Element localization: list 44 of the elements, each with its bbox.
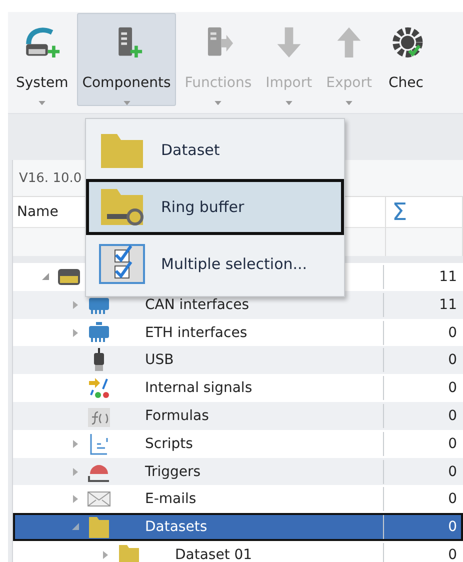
tree-row[interactable]: Triggers 0	[13, 458, 463, 486]
tree-item-label: Internal signals	[145, 380, 252, 396]
tree-row[interactable]: Internal signals 0	[13, 374, 463, 402]
count-cell-text: 0	[447, 519, 458, 536]
tree-item-label: Triggers	[145, 464, 201, 480]
eth-chip-icon	[87, 322, 111, 344]
envelope-icon	[87, 489, 111, 510]
tree-item-label: USB	[145, 352, 174, 368]
toolbar-button[interactable]: System	[11, 13, 74, 106]
tree-row[interactable]: Scripts 0	[13, 430, 463, 458]
menu-item[interactable]: Ring buffer	[86, 179, 344, 235]
count-cell-text: 0	[447, 380, 458, 396]
count-cell-text: 0	[447, 352, 458, 368]
folder-icon	[87, 515, 111, 540]
count-cell-text: 0	[447, 491, 458, 508]
toolbar-button[interactable]: Components	[77, 13, 176, 106]
tree-item-label: ETH interfaces	[145, 324, 248, 341]
menu-item[interactable]: Dataset	[86, 122, 344, 178]
tree-row[interactable]: Datasets 0	[13, 513, 463, 541]
count-cell-text: 0	[447, 408, 458, 424]
count-cell-text: 11	[438, 269, 458, 285]
tree-item-label: Scripts	[145, 436, 193, 452]
tree-row[interactable]: Dataset 01 0	[13, 540, 463, 562]
count-cell-text: 0	[447, 546, 458, 562]
count-cell-text: 0	[447, 436, 458, 452]
tree-item-label: Datasets	[145, 519, 208, 536]
count-cell-text: 0	[447, 324, 458, 341]
tree-row[interactable]: ETH interfaces 0	[13, 318, 463, 346]
tree-item-label: CAN interfaces	[145, 296, 250, 313]
menu-item[interactable]: Multiple selection...	[86, 236, 344, 292]
tree-item-label: Dataset 01	[175, 546, 252, 562]
toolbar-button[interactable]: Chec	[380, 13, 431, 106]
tree-row[interactable]: Formulas 0	[13, 402, 463, 430]
count-cell-text: 11	[438, 296, 458, 313]
tree-item-label: Formulas	[145, 408, 209, 424]
count-cell-text: 0	[447, 464, 458, 480]
tree-item-label: E-mails	[145, 491, 196, 508]
checklist-icon	[99, 244, 145, 284]
signals-icon	[87, 377, 111, 400]
version-label: V16. 10.0	[19, 170, 82, 186]
folder-ring-icon	[99, 187, 145, 227]
device-icon	[57, 267, 81, 287]
tree-row[interactable]: E-mails 0	[13, 485, 463, 514]
tree-row[interactable]: USB 0	[13, 346, 463, 374]
